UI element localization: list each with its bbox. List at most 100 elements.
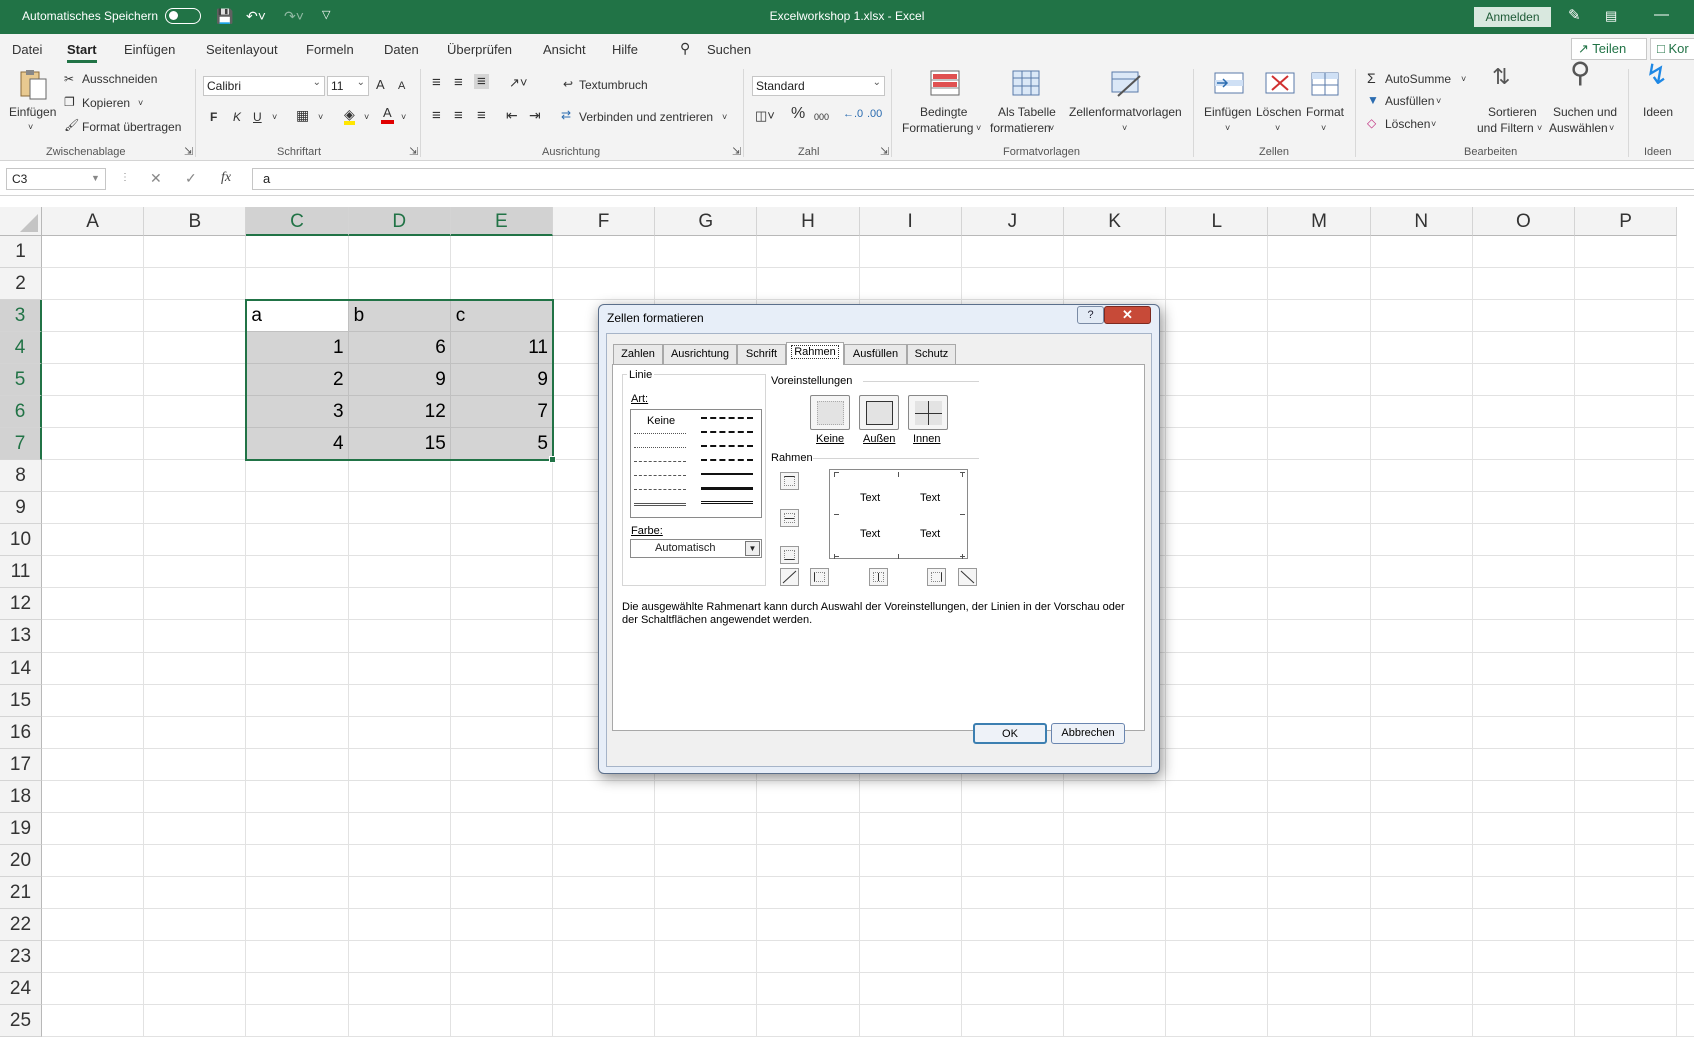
ribbon-display-icon[interactable]: ▤	[1605, 8, 1617, 24]
clear-button[interactable]: Löschen	[1385, 117, 1430, 132]
cancel-icon[interactable]: ✕	[150, 170, 162, 187]
align-bottom-icon[interactable]: ≡	[474, 74, 489, 89]
copy-dropdown-icon[interactable]: ˅	[138, 96, 143, 111]
column-header-a[interactable]: A	[42, 207, 145, 236]
line-style-option[interactable]	[634, 503, 686, 506]
fill-dropdown-icon[interactable]: ˅	[1436, 94, 1441, 109]
delete-dropdown-icon[interactable]: ˅	[1275, 121, 1280, 136]
preset-none-button[interactable]	[810, 395, 850, 430]
cell-e7[interactable]: 5	[451, 433, 548, 455]
tab-ausrichtung[interactable]: Ausrichtung	[663, 344, 737, 364]
tab-schrift[interactable]: Schrift	[737, 344, 786, 364]
cell-e5[interactable]: 9	[451, 369, 548, 391]
line-style-none[interactable]: Keine	[647, 415, 675, 427]
delete-cells-button[interactable]: Löschen	[1256, 105, 1301, 120]
insert-dropdown-icon[interactable]: ˅	[1225, 121, 1230, 136]
number-format-box[interactable]: Standard	[752, 74, 885, 96]
row-header-6[interactable]: 6	[0, 396, 42, 429]
column-header-l[interactable]: L	[1166, 207, 1269, 236]
tab-daten[interactable]: Daten	[384, 42, 419, 57]
decrease-indent-icon[interactable]: ⇤	[506, 108, 518, 123]
line-style-option[interactable]	[634, 489, 686, 490]
line-style-option[interactable]	[701, 431, 753, 433]
column-header-m[interactable]: M	[1268, 207, 1371, 236]
copy-button[interactable]: Kopieren	[82, 96, 130, 111]
color-select[interactable]: Automatisch ▼	[630, 539, 762, 558]
format-as-table-dropdown-icon[interactable]: ˅	[1049, 121, 1054, 136]
grow-font-icon[interactable]: A	[376, 77, 385, 92]
border-left-button[interactable]	[810, 568, 829, 586]
cell-d5[interactable]: 9	[349, 369, 446, 391]
accounting-icon[interactable]: ◫˅	[755, 108, 775, 123]
tab-datei[interactable]: Datei	[12, 42, 42, 57]
align-center-icon[interactable]: ≡	[454, 108, 463, 123]
close-icon[interactable]: ✕	[1104, 306, 1151, 324]
line-style-option[interactable]	[701, 473, 753, 475]
row-header-5[interactable]: 5	[0, 364, 42, 397]
align-left-icon[interactable]: ≡	[432, 108, 441, 123]
align-top-icon[interactable]: ≡	[432, 75, 441, 90]
percent-button[interactable]: %	[791, 106, 805, 122]
help-button[interactable]: ?	[1077, 306, 1104, 324]
enter-icon[interactable]: ✓	[185, 170, 197, 187]
preset-outline-button[interactable]	[859, 395, 899, 430]
format-painter-icon[interactable]: 🖌	[64, 118, 79, 133]
column-header-f[interactable]: F	[553, 207, 656, 236]
tab-start[interactable]: Start	[67, 42, 97, 63]
format-cells-icon[interactable]	[1310, 70, 1340, 100]
wrap-text-button[interactable]: Textumbruch	[579, 78, 648, 93]
border-middle-vertical-button[interactable]	[869, 568, 888, 586]
chevron-down-icon[interactable]: ▼	[745, 541, 760, 556]
line-style-option[interactable]	[701, 459, 753, 461]
row-header-2[interactable]: 2	[0, 268, 42, 301]
border-right-button[interactable]	[927, 568, 946, 586]
row-header-20[interactable]: 20	[0, 844, 42, 877]
cell-e3[interactable]: c	[456, 305, 466, 327]
cell-c4[interactable]: 1	[246, 337, 344, 359]
cell-c7[interactable]: 4	[246, 433, 344, 455]
line-style-list[interactable]: Keine	[630, 409, 762, 518]
tab-hilfe[interactable]: Hilfe	[612, 42, 638, 57]
line-style-option[interactable]	[701, 501, 753, 504]
thousands-button[interactable]: 000	[814, 110, 829, 125]
border-preview[interactable]: Text Text Text Text	[829, 469, 968, 559]
column-header-o[interactable]: O	[1472, 207, 1575, 236]
cut-icon[interactable]: ✂	[64, 72, 74, 87]
column-header-h[interactable]: H	[757, 207, 860, 236]
row-header-15[interactable]: 15	[0, 684, 42, 717]
tab-seitenlayout[interactable]: Seitenlayout	[206, 42, 278, 57]
row-header-8[interactable]: 8	[0, 460, 42, 493]
decrease-decimal-icon[interactable]: .00	[867, 107, 882, 122]
cell-styles-icon[interactable]	[1110, 70, 1141, 100]
format-as-table-label-2[interactable]: formatieren	[990, 121, 1051, 136]
row-header-21[interactable]: 21	[0, 876, 42, 909]
row-header-16[interactable]: 16	[0, 716, 42, 749]
conditional-formatting-icon[interactable]	[930, 70, 960, 100]
line-style-option[interactable]	[634, 447, 686, 448]
preset-inside-button[interactable]	[908, 395, 948, 430]
cell-e4[interactable]: 11	[451, 337, 548, 359]
tab-schutz[interactable]: Schutz	[907, 344, 956, 364]
delete-cells-icon[interactable]	[1264, 70, 1295, 100]
sort-dropdown-icon[interactable]: ˅	[1537, 121, 1542, 136]
autosum-button[interactable]: AutoSumme	[1385, 72, 1451, 87]
align-right-icon[interactable]: ≡	[477, 108, 486, 123]
row-header-24[interactable]: 24	[0, 972, 42, 1005]
tab-ansicht[interactable]: Ansicht	[543, 42, 586, 57]
insert-cells-icon[interactable]	[1213, 70, 1244, 100]
font-color-icon[interactable]: A	[381, 105, 394, 124]
clipboard-launcher-icon[interactable]: ⇲	[184, 145, 193, 158]
format-as-table-label-1[interactable]: Als Tabelle	[998, 105, 1056, 120]
line-style-option[interactable]	[634, 461, 686, 462]
column-header-g[interactable]: G	[655, 207, 758, 236]
cell-d6[interactable]: 12	[349, 401, 446, 423]
sort-filter-label-2[interactable]: und Filtern	[1477, 121, 1534, 136]
copy-icon[interactable]: ❐	[64, 95, 75, 110]
conditional-formatting-label-2[interactable]: Formatierung	[902, 121, 973, 136]
tab-ueberpruefen[interactable]: Überprüfen	[447, 42, 512, 57]
row-header-1[interactable]: 1	[0, 236, 42, 269]
clear-dropdown-icon[interactable]: ˅	[1431, 117, 1436, 132]
row-header-22[interactable]: 22	[0, 908, 42, 941]
cell-styles-dropdown-icon[interactable]: ˅	[1122, 121, 1127, 136]
row-header-4[interactable]: 4	[0, 332, 42, 365]
